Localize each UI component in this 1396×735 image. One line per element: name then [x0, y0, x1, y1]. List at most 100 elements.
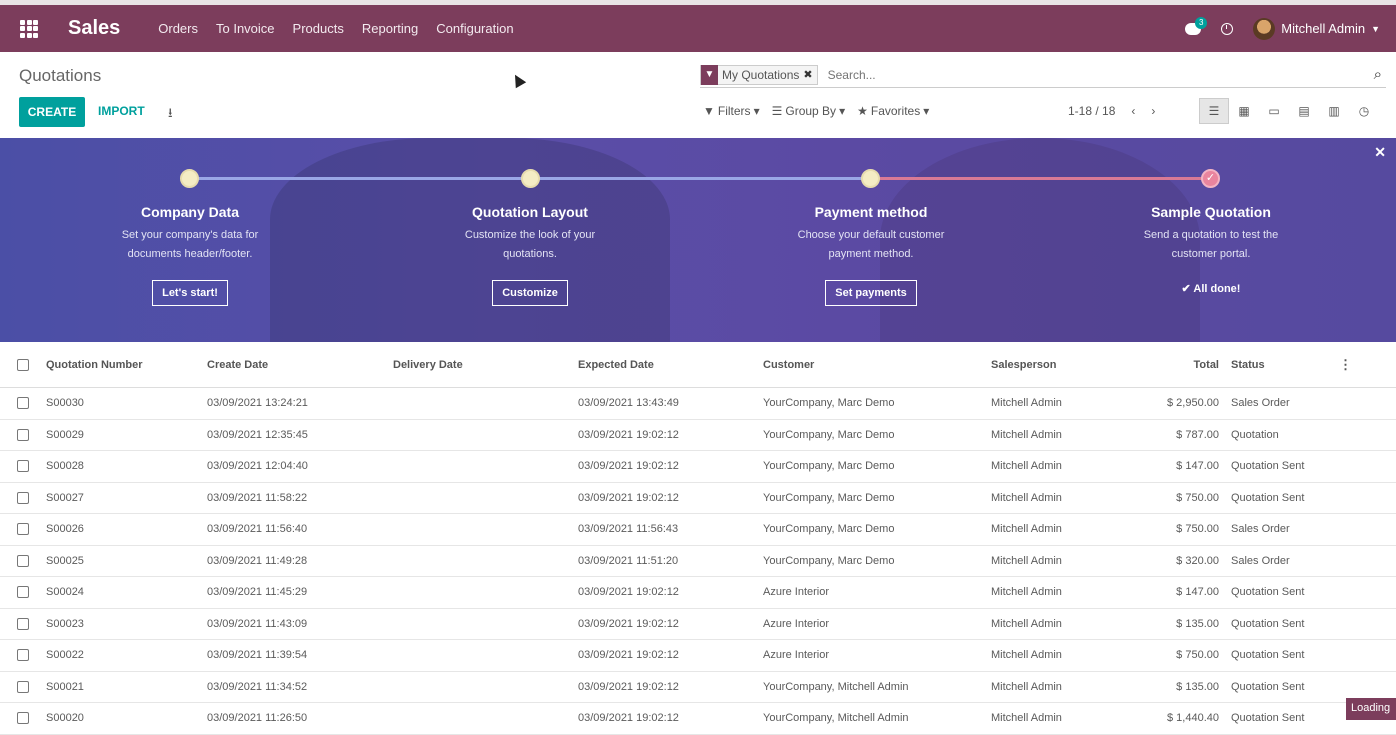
row-checkbox[interactable]	[17, 681, 29, 693]
close-icon[interactable]: ✕	[1374, 144, 1386, 161]
cell-status: Quotation Sent	[1219, 618, 1339, 630]
cell-expected-date: 03/09/2021 11:56:43	[578, 523, 763, 535]
header-delivery-date[interactable]: Delivery Date	[393, 359, 578, 371]
row-checkbox-cell	[0, 397, 46, 409]
cell-create-date: 03/09/2021 13:24:21	[207, 397, 393, 409]
row-checkbox-cell	[0, 460, 46, 472]
row-checkbox[interactable]	[17, 460, 29, 472]
search-icon[interactable]: ⌕	[1374, 66, 1382, 83]
table-row[interactable]: S0002003/09/2021 11:26:5003/09/2021 19:0…	[0, 703, 1396, 735]
step-payment-method: Payment method Choose your default custo…	[761, 204, 981, 306]
header-create-date[interactable]: Create Date	[207, 359, 393, 371]
app-brand[interactable]: Sales	[68, 17, 120, 40]
table-row[interactable]: S0002903/09/2021 12:35:4503/09/2021 19:0…	[0, 420, 1396, 452]
apps-menu-icon[interactable]	[20, 20, 38, 38]
select-all-checkbox[interactable]	[17, 359, 29, 371]
import-button[interactable]: IMPORT	[98, 104, 145, 118]
row-checkbox[interactable]	[17, 649, 29, 661]
table-row[interactable]: S0002503/09/2021 11:49:2803/09/2021 11:5…	[0, 546, 1396, 578]
search-input[interactable]	[828, 68, 1374, 82]
header-expected-date[interactable]: Expected Date	[578, 359, 763, 371]
filters-dropdown[interactable]: ▼Filters▾	[703, 104, 760, 118]
cell-status: Sales Order	[1219, 523, 1339, 535]
cell-salesperson: Mitchell Admin	[991, 523, 1131, 535]
favorites-dropdown[interactable]: ★Favorites▾	[857, 104, 929, 118]
row-checkbox-cell	[0, 681, 46, 693]
row-checkbox[interactable]	[17, 586, 29, 598]
table-row[interactable]: S0003003/09/2021 13:24:2103/09/2021 13:4…	[0, 388, 1396, 420]
customize-button[interactable]: Customize	[492, 280, 568, 306]
table-row[interactable]: S0002603/09/2021 11:56:4003/09/2021 11:5…	[0, 514, 1396, 546]
table-row[interactable]: S0002103/09/2021 11:34:5203/09/2021 19:0…	[0, 672, 1396, 704]
select-all-checkbox-cell	[0, 359, 46, 371]
cell-create-date: 03/09/2021 12:04:40	[207, 460, 393, 472]
table-row[interactable]: S0002203/09/2021 11:39:5403/09/2021 19:0…	[0, 640, 1396, 672]
cell-total: $ 135.00	[1131, 681, 1219, 693]
menu-reporting[interactable]: Reporting	[362, 21, 418, 36]
cell-total: $ 147.00	[1131, 460, 1219, 472]
filter-icon: ▼	[703, 104, 715, 118]
row-checkbox[interactable]	[17, 397, 29, 409]
cell-customer: YourCompany, Marc Demo	[763, 429, 991, 441]
cell-salesperson: Mitchell Admin	[991, 618, 1131, 630]
step-sample-quotation: Sample Quotation Send a quotation to tes…	[1101, 204, 1321, 295]
chat-icon[interactable]: 3	[1185, 23, 1201, 35]
table-row[interactable]: S0002403/09/2021 11:45:2903/09/2021 19:0…	[0, 577, 1396, 609]
table-row[interactable]: S0002303/09/2021 11:43:0903/09/2021 19:0…	[0, 609, 1396, 641]
user-name: Mitchell Admin	[1281, 21, 1365, 36]
user-menu[interactable]: Mitchell Admin ▼	[1253, 18, 1380, 40]
header-status[interactable]: Status	[1219, 359, 1339, 371]
pager-value[interactable]: 1-18 / 18	[1068, 104, 1115, 118]
cell-quotation-number: S00030	[46, 397, 207, 409]
menu-to-invoice[interactable]: To Invoice	[216, 21, 275, 36]
lets-start-button[interactable]: Let's start!	[152, 280, 228, 306]
graph-view-icon[interactable]: ▥	[1319, 98, 1349, 124]
menu-configuration[interactable]: Configuration	[436, 21, 513, 36]
chat-badge: 3	[1195, 17, 1207, 29]
row-checkbox-cell	[0, 586, 46, 598]
loading-indicator: Loading	[1346, 698, 1396, 720]
menu-products[interactable]: Products	[293, 21, 344, 36]
download-icon[interactable]: ⭳	[168, 104, 173, 126]
cell-quotation-number: S00028	[46, 460, 207, 472]
table-row[interactable]: S0002703/09/2021 11:58:2203/09/2021 19:0…	[0, 483, 1396, 515]
set-payments-button[interactable]: Set payments	[825, 280, 917, 306]
menu-orders[interactable]: Orders	[158, 21, 198, 36]
pager-next-icon[interactable]: ›	[1151, 104, 1155, 118]
calendar-view-icon[interactable]: ▭	[1259, 98, 1289, 124]
facet-remove-icon[interactable]: ✖	[803, 68, 816, 81]
list-view-icon[interactable]: ☰	[1199, 98, 1229, 124]
row-checkbox[interactable]	[17, 492, 29, 504]
groupby-label: Group By	[785, 104, 836, 118]
create-button[interactable]: CREATE	[19, 97, 85, 127]
cell-status: Quotation	[1219, 429, 1339, 441]
cell-create-date: 03/09/2021 11:26:50	[207, 712, 393, 724]
cell-expected-date: 03/09/2021 19:02:12	[578, 618, 763, 630]
filter-icon: ▼	[701, 65, 718, 85]
pivot-view-icon[interactable]: ▤	[1289, 98, 1319, 124]
row-checkbox[interactable]	[17, 555, 29, 567]
row-checkbox[interactable]	[17, 712, 29, 724]
cell-salesperson: Mitchell Admin	[991, 712, 1131, 724]
row-checkbox[interactable]	[17, 523, 29, 535]
kanban-view-icon[interactable]: ▦	[1229, 98, 1259, 124]
pager-previous-icon[interactable]: ‹	[1131, 104, 1135, 118]
cell-customer: YourCompany, Mitchell Admin	[763, 681, 991, 693]
optional-columns-icon[interactable]: ⋮	[1339, 357, 1359, 373]
header-customer[interactable]: Customer	[763, 359, 991, 371]
activity-view-icon[interactable]: ◷	[1349, 98, 1379, 124]
activity-clock-icon[interactable]	[1221, 23, 1233, 35]
groupby-dropdown[interactable]: ☰Group By▾	[772, 104, 846, 118]
star-icon: ★	[857, 104, 868, 118]
table-row[interactable]: S0002803/09/2021 12:04:4003/09/2021 19:0…	[0, 451, 1396, 483]
row-checkbox[interactable]	[17, 429, 29, 441]
header-salesperson[interactable]: Salesperson	[991, 359, 1131, 371]
step-title: Sample Quotation	[1101, 204, 1321, 220]
header-quotation-number[interactable]: Quotation Number	[46, 359, 207, 371]
all-done-status: ✔ All done!	[1101, 282, 1321, 295]
row-checkbox[interactable]	[17, 618, 29, 630]
header-total[interactable]: Total	[1131, 359, 1219, 371]
checkmark-icon: ✓	[1201, 169, 1220, 188]
step-dot	[861, 169, 880, 188]
table-body: S0003003/09/2021 13:24:2103/09/2021 13:4…	[0, 388, 1396, 735]
